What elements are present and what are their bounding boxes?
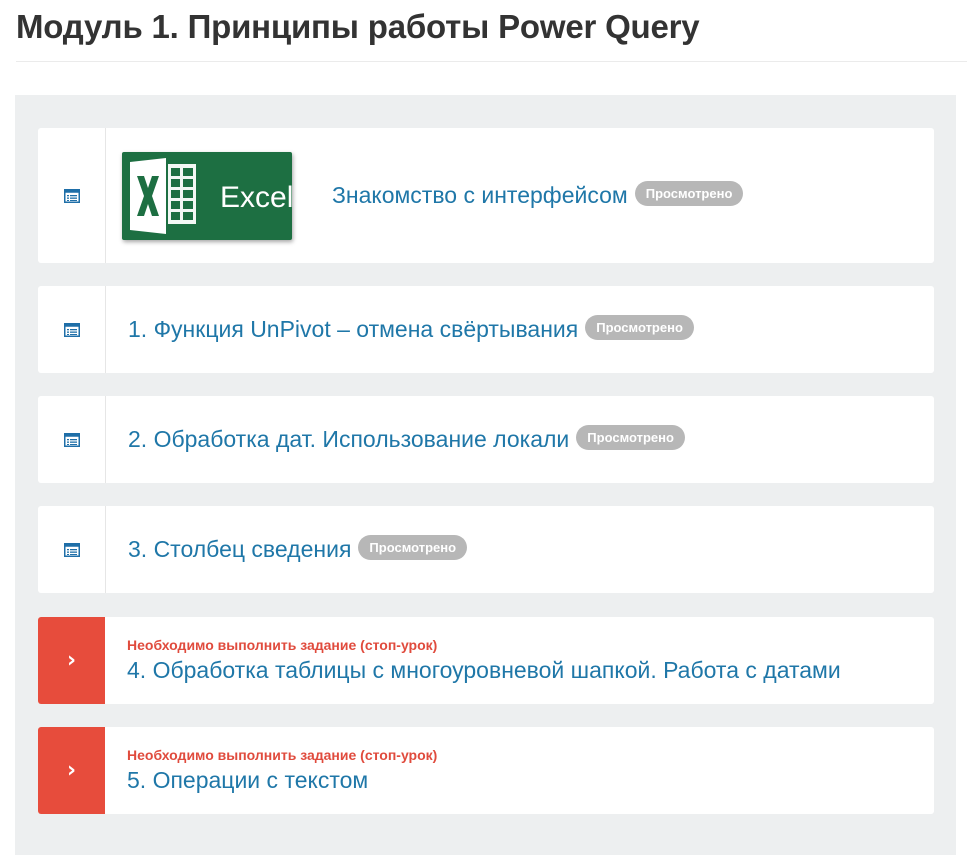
chevron-right-icon: › [66, 648, 77, 673]
stop-lesson-note: Необходимо выполнить задание (стоп-урок) [127, 637, 438, 653]
document-icon [63, 188, 80, 203]
lesson-icon-cell [38, 286, 106, 373]
lesson-item-2[interactable]: 2. Обработка дат. Использование локали П… [38, 396, 934, 483]
stop-lesson-note: Необходимо выполнить задание (стоп-урок) [127, 747, 438, 763]
lesson-icon-cell [38, 128, 106, 263]
lesson-item-intro[interactable]: Excel Знакомство с интерфейсом Просмотре… [38, 128, 934, 263]
lesson-status-cell: › [38, 727, 105, 814]
lesson-item-1[interactable]: 1. Функция UnPivot – отмена свёртывания … [38, 286, 934, 373]
viewed-badge: Просмотрено [585, 315, 694, 340]
lesson-item-5[interactable]: › Необходимо выполнить задание (стоп-уро… [38, 727, 934, 814]
viewed-badge: Просмотрено [358, 535, 468, 560]
lesson-title[interactable]: 5. Операции с текстом [127, 767, 368, 794]
lesson-icon-cell [38, 506, 106, 593]
lesson-status-cell: › [38, 617, 105, 704]
lesson-title[interactable]: 3. Столбец сведения [128, 536, 351, 563]
lesson-icon-cell [38, 396, 106, 483]
title-divider [16, 61, 967, 62]
document-icon [63, 322, 80, 337]
lesson-title[interactable]: 4. Обработка таблицы с многоуровневой ша… [127, 657, 841, 684]
lesson-item-3[interactable]: 3. Столбец сведения Просмотрено [38, 506, 934, 593]
module-title: Модуль 1. Принципы работы Power Query [16, 8, 700, 45]
document-icon [63, 432, 80, 447]
lesson-title[interactable]: 1. Функция UnPivot – отмена свёртывания [128, 316, 578, 343]
excel-logo-icon: Excel [122, 151, 292, 240]
document-icon [63, 542, 80, 557]
viewed-badge: Просмотрено [634, 181, 744, 206]
lesson-title[interactable]: 2. Обработка дат. Использование локали [128, 426, 569, 453]
lesson-item-4[interactable]: › Необходимо выполнить задание (стоп-уро… [38, 617, 934, 704]
excel-logo-text: Excel [220, 181, 292, 214]
viewed-badge: Просмотрено [576, 425, 685, 450]
lessons-panel: Excel Знакомство с интерфейсом Просмотре… [15, 95, 956, 855]
chevron-right-icon: › [66, 758, 77, 783]
lesson-title[interactable]: Знакомство с интерфейсом [332, 182, 628, 209]
